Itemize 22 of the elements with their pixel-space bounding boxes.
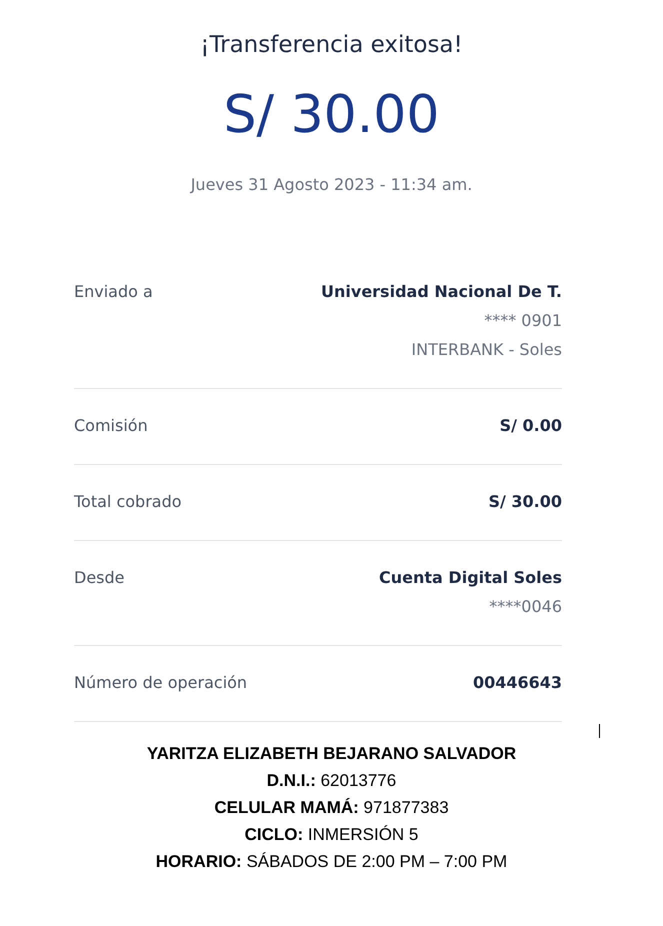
detail-value: ****0046 <box>489 596 562 618</box>
detail-label: Número de operación <box>74 672 248 694</box>
detail-value: 00446643 <box>472 672 562 694</box>
success-title: ¡Transferencia exitosa! <box>200 31 463 60</box>
note-line: CICLO: INMERSIÓN 5 <box>244 824 418 846</box>
detail-label: Total cobrado <box>74 490 182 512</box>
transfer-date: Jueves 31 Agosto 2023 - 11:34 am. <box>190 174 472 196</box>
detail-value: INTERBANK - Soles <box>411 338 562 360</box>
detail-value: Cuenta Digital Soles <box>379 566 562 588</box>
text-cursor-icon <box>599 724 600 738</box>
note-line: HORARIO: SÁBADOS DE 2:00 PM – 7:00 PM <box>156 850 508 872</box>
note-line: D.N.I.: 62013776 <box>266 770 396 792</box>
detail-value: Universidad Nacional De T. <box>321 280 562 302</box>
detail-label: Enviado a <box>74 280 153 302</box>
note-line: CELULAR MAMÁ: 971877383 <box>214 796 449 818</box>
detail-value: S/ 30.00 <box>488 490 562 512</box>
detail-label: Desde <box>74 566 124 588</box>
detail-value: **** 0901 <box>484 310 562 332</box>
note-line: YARITZA ELIZABETH BEJARANO SALVADOR <box>146 742 516 764</box>
transfer-amount: S/ 30.00 <box>224 84 440 146</box>
detail-value: S/ 0.00 <box>500 414 562 436</box>
detail-label: Comisión <box>74 414 148 436</box>
